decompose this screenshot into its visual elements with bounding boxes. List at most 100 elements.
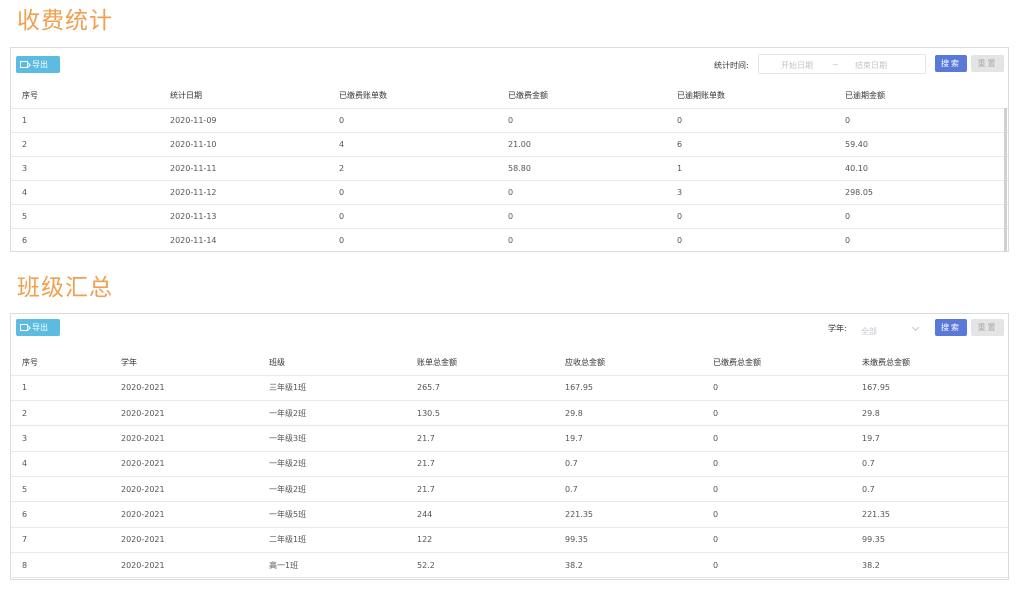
table-cell: 19.7 <box>565 425 713 452</box>
export-icon <box>20 61 28 68</box>
table-cell: 2020-2021 <box>121 476 269 503</box>
col-header: 已逾期金额 <box>845 84 1008 109</box>
table-row: 5 2020-2021 一年级2班 21.7 0.7 0 0.7 <box>11 476 1008 503</box>
class-summary-search-button[interactable]: 搜索 <box>935 319 967 336</box>
table-cell: 59.40 <box>845 132 1008 157</box>
class-summary-table: 序号 学年 班级 账单总金额 应收总金额 已缴费总金额 未缴费总金额 1 2020… <box>11 350 1008 579</box>
table-cell: 3 <box>11 425 121 452</box>
table-cell: 21.7 <box>417 451 565 477</box>
table-cell: 一年级2班 <box>269 400 417 427</box>
col-header: 已缴费金额 <box>508 84 677 109</box>
table-cell: 2020-2021 <box>121 425 269 452</box>
table-row: 5 2020-11-13 0 0 0 0 <box>11 204 1008 229</box>
table-cell: 21.7 <box>417 476 565 503</box>
table-cell: 0 <box>845 108 1008 133</box>
table-cell: 0 <box>339 204 508 229</box>
table-row: 1 2020-2021 三年级1班 265.7 167.95 0 167.95 <box>11 375 1008 402</box>
table-cell: 99.35 <box>565 527 713 553</box>
school-year-select[interactable]: 全部 <box>851 319 925 339</box>
table-cell: 0.7 <box>862 451 1008 477</box>
table-row: 2 2020-2021 一年级2班 130.5 29.8 0 29.8 <box>11 400 1008 427</box>
table-cell: 2 <box>11 400 121 427</box>
table-cell: 29.8 <box>565 400 713 427</box>
table-cell: 0 <box>713 425 862 452</box>
table-row: 4 2020-11-12 0 0 3 298.05 <box>11 180 1008 205</box>
table-row: 8 2020-2021 高一1班 52.2 38.2 0 38.2 <box>11 552 1008 579</box>
table-cell: 3 <box>677 180 845 205</box>
table-cell: 0.7 <box>565 476 713 503</box>
table-cell: 52.2 <box>417 552 565 579</box>
table-cell: 221.35 <box>565 501 713 528</box>
class-summary-reset-button[interactable]: 重置 <box>971 319 1004 336</box>
table-cell: 0 <box>713 400 862 427</box>
fee-stats-export-button[interactable]: 导出 <box>16 56 60 73</box>
table-cell: 3 <box>11 156 170 181</box>
col-header: 学年 <box>121 350 269 376</box>
end-date-input[interactable]: 结束日期 <box>855 60 887 71</box>
class-summary-title: 班级汇总 <box>17 275 113 301</box>
table-cell: 2 <box>11 132 170 157</box>
table-cell: 0 <box>508 180 677 205</box>
table-cell: 0 <box>713 527 862 553</box>
col-header: 已缴费总金额 <box>713 350 862 376</box>
table-cell: 2020-2021 <box>121 527 269 553</box>
table-cell: 2020-11-11 <box>170 156 339 181</box>
table-cell: 99.35 <box>862 527 1008 553</box>
table-cell: 0 <box>713 501 862 528</box>
table-cell: 高一1班 <box>269 552 417 579</box>
table-cell: 221.35 <box>862 501 1008 528</box>
table-cell: 21.7 <box>417 425 565 452</box>
table-cell: 40.10 <box>845 156 1008 181</box>
fee-stats-reset-button[interactable]: 重置 <box>971 55 1004 72</box>
table-cell: 2020-2021 <box>121 501 269 528</box>
table-cell: 1 <box>11 108 170 133</box>
table-cell: 0 <box>339 108 508 133</box>
table-cell: 0 <box>339 228 508 251</box>
table-cell: 29.8 <box>862 400 1008 427</box>
col-header: 应收总金额 <box>565 350 713 376</box>
fee-stats-search-button[interactable]: 搜索 <box>935 55 967 72</box>
table-row: 1 2020-11-09 0 0 0 0 <box>11 108 1008 133</box>
table-cell: 2020-2021 <box>121 375 269 402</box>
table-cell: 2020-11-14 <box>170 228 339 251</box>
table-cell: 6 <box>11 228 170 251</box>
table-cell: 0 <box>677 228 845 251</box>
col-header: 统计日期 <box>170 84 339 109</box>
table-cell: 19.7 <box>862 425 1008 452</box>
chevron-down-icon <box>911 323 920 332</box>
stat-time-label: 统计时间: <box>714 61 749 70</box>
col-header: 序号 <box>11 84 170 109</box>
fee-stats-title: 收费统计 <box>17 8 113 34</box>
table-cell: 一年级5班 <box>269 501 417 528</box>
table-cell: 0 <box>845 204 1008 229</box>
table-cell: 0 <box>339 180 508 205</box>
table-cell: 0 <box>713 451 862 477</box>
table-cell: 2020-2021 <box>121 552 269 579</box>
table-cell: 58.80 <box>508 156 677 181</box>
table-scrollbar[interactable] <box>1004 108 1007 251</box>
start-date-input[interactable]: 开始日期 <box>781 60 813 71</box>
table-cell: 0 <box>677 204 845 229</box>
col-header: 未缴费总金额 <box>862 350 1008 376</box>
table-cell: 167.95 <box>862 375 1008 402</box>
date-range-picker[interactable]: 开始日期 ~ 结束日期 <box>758 54 926 74</box>
table-cell: 5 <box>11 204 170 229</box>
table-cell: 4 <box>11 451 121 477</box>
table-cell: 6 <box>677 132 845 157</box>
class-summary-export-button[interactable]: 导出 <box>16 319 60 336</box>
table-cell: 三年级1班 <box>269 375 417 402</box>
export-label: 导出 <box>32 323 48 332</box>
table-cell: 21.00 <box>508 132 677 157</box>
table-cell: 4 <box>11 180 170 205</box>
table-cell: 0.7 <box>565 451 713 477</box>
table-header-row: 序号 统计日期 已缴费账单数 已缴费金额 已逾期账单数 已逾期金额 <box>11 84 1008 109</box>
table-cell: 0 <box>713 476 862 503</box>
table-cell: 0 <box>677 108 845 133</box>
table-header-row: 序号 学年 班级 账单总金额 应收总金额 已缴费总金额 未缴费总金额 <box>11 350 1008 376</box>
table-cell: 一年级2班 <box>269 476 417 503</box>
table-cell: 6 <box>11 501 121 528</box>
fee-stats-toolbar: 导出 统计时间: 开始日期 ~ 结束日期 搜索 重置 <box>11 48 1008 84</box>
table-row: 3 2020-2021 一年级3班 21.7 19.7 0 19.7 <box>11 425 1008 452</box>
fee-stats-table: 序号 统计日期 已缴费账单数 已缴费金额 已逾期账单数 已逾期金额 1 2020-… <box>11 84 1008 251</box>
table-cell: 122 <box>417 527 565 553</box>
